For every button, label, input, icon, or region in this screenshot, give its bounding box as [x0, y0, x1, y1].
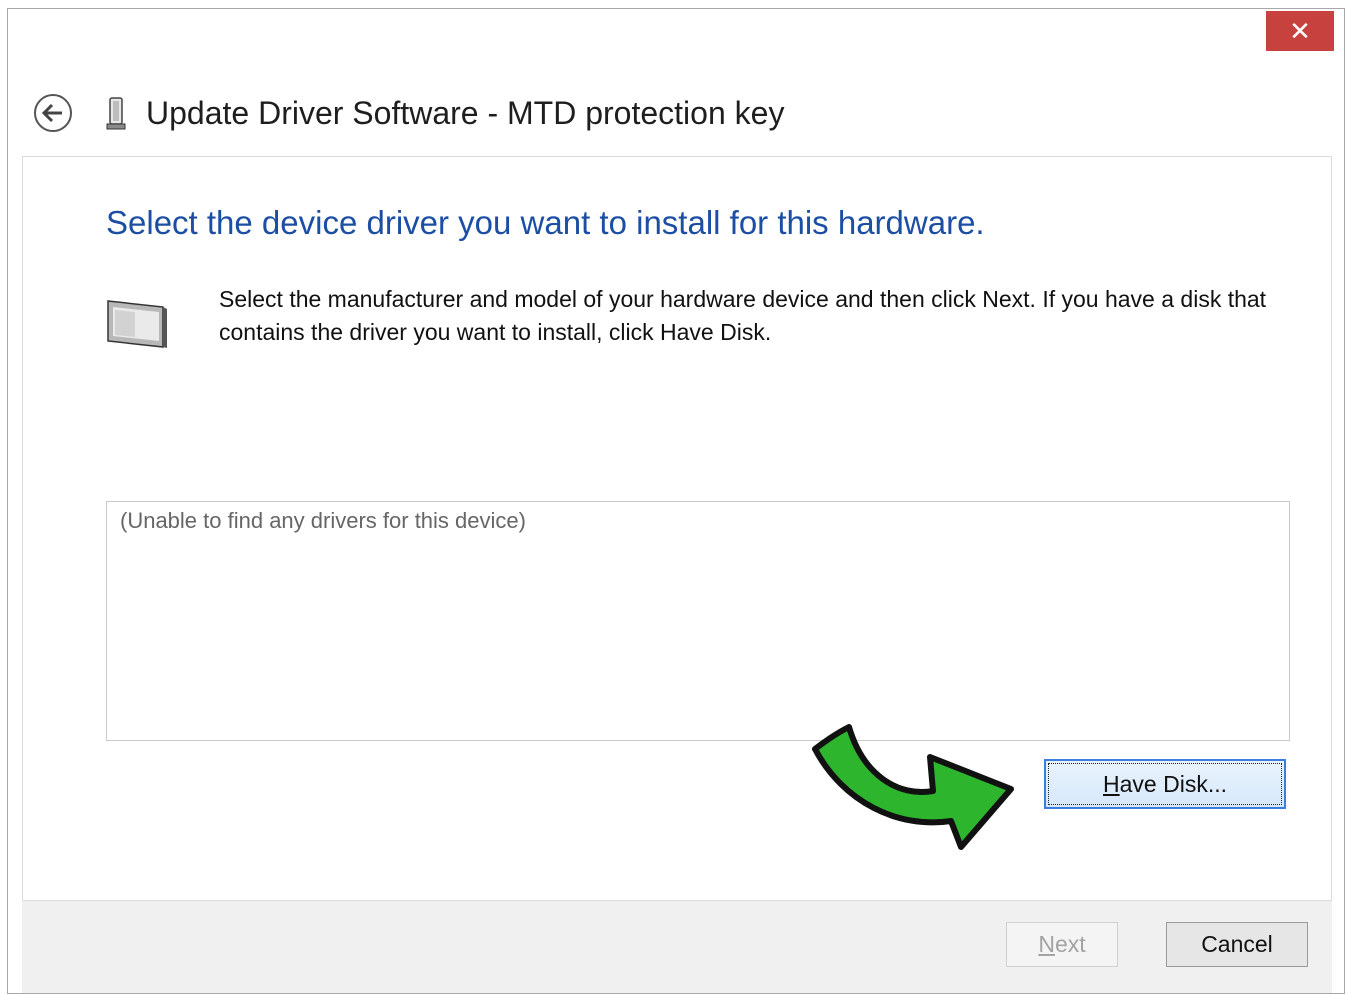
dialog-title: Update Driver Software - MTD protection …: [146, 95, 785, 131]
close-icon: ✕: [1289, 16, 1311, 46]
have-disk-label: Have Disk...: [1048, 763, 1282, 805]
driver-list[interactable]: (Unable to find any drivers for this dev…: [106, 501, 1290, 741]
have-disk-button[interactable]: Have Disk...: [1044, 759, 1286, 809]
instruction-text: Select the manufacturer and model of you…: [219, 286, 1267, 345]
driver-list-empty-message: (Unable to find any drivers for this dev…: [120, 508, 526, 533]
page-heading: Select the device driver you want to ins…: [106, 204, 985, 241]
dialog-window: ✕ Update Driver Software - MTD protectio…: [7, 8, 1345, 994]
cancel-button[interactable]: Cancel: [1166, 922, 1308, 967]
hardware-device-icon: [107, 300, 167, 348]
close-button[interactable]: ✕: [1266, 11, 1334, 51]
dialog-header: Update Driver Software - MTD protection …: [8, 79, 1344, 149]
usb-key-icon: [106, 97, 126, 130]
dialog-footer: Next Cancel: [22, 900, 1332, 993]
back-arrow-icon[interactable]: [33, 93, 73, 133]
next-button[interactable]: Next: [1006, 922, 1118, 967]
green-curved-arrow: [812, 724, 1014, 850]
